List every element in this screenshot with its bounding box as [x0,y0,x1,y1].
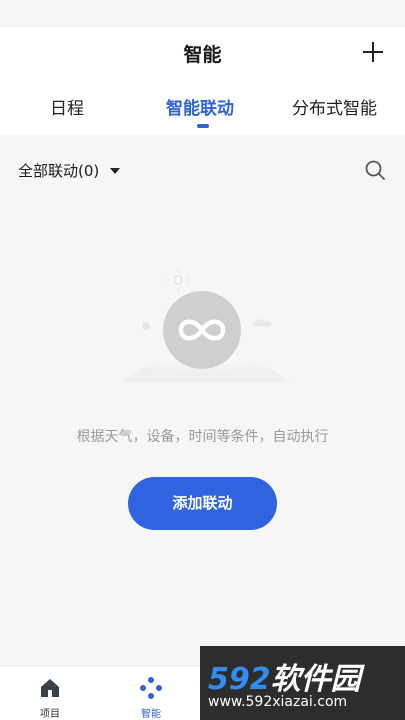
watermark-logo: 592软件园 [208,662,361,697]
page-title: 智能 [183,44,222,66]
caret-down-icon[interactable] [110,168,120,174]
home-icon [41,679,59,697]
tab-schedule[interactable]: 日程 [50,94,84,119]
add-icon[interactable] [359,38,387,66]
nav-item-smart-label: 智能 [141,709,161,720]
watermark-url: www.592xiazai.com [208,694,348,710]
search-icon[interactable] [363,158,387,182]
tab-bar: 日程 智能联动 分布式智能 [0,90,405,132]
tab-smart-linkage[interactable]: 智能联动 [166,94,234,119]
status-bar [0,0,405,28]
linkage-filter-dropdown[interactable]: 全部联动(0) [18,160,99,181]
filter-row: 全部联动(0) [0,150,405,190]
cloud-icon [252,319,272,326]
nav-item-smart[interactable]: 智能 [121,672,181,720]
header: 智能 日程 智能联动 分布式智能 [0,28,405,135]
tab-distributed-smart[interactable]: 分布式智能 [292,94,377,119]
empty-linkage-illustration [110,260,300,390]
empty-state-hint: 根据天气，设备，时间等条件，自动执行 [76,429,329,445]
smart-dots-icon [140,677,162,699]
nav-item-project-label: 项目 [40,709,60,720]
add-linkage-button[interactable]: 添加联动 [128,477,277,530]
active-tab-indicator [197,124,209,128]
sun-icon [167,269,189,291]
nav-item-project[interactable]: 项目 [20,672,80,720]
site-watermark: 592软件园 www.592xiazai.com [200,646,405,720]
